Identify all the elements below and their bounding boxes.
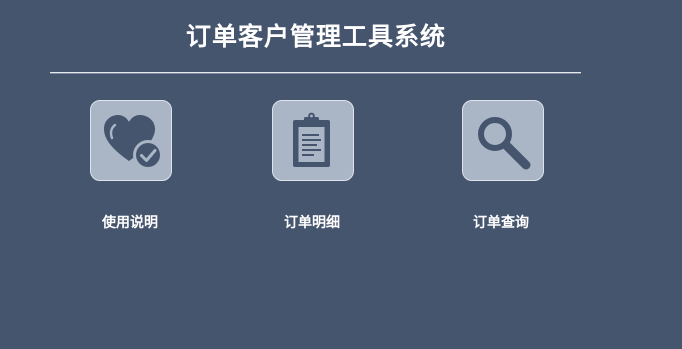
menu-label-order-search[interactable]: 订单查询 [441, 213, 561, 233]
search-icon [478, 117, 531, 170]
menu-label-usage-guide[interactable]: 使用说明 [70, 213, 190, 233]
menu-tile-order-details[interactable] [272, 100, 354, 181]
menu-tile-usage-guide[interactable] [90, 100, 172, 181]
menu-label-order-details[interactable]: 订单明细 [252, 213, 372, 233]
app-title: 订单客户管理工具系统 [185, 22, 446, 51]
menu-tile-order-search[interactable] [462, 100, 544, 181]
title-divider [50, 72, 581, 74]
clipboard-icon [293, 112, 330, 167]
heart-check-icon [104, 115, 163, 170]
